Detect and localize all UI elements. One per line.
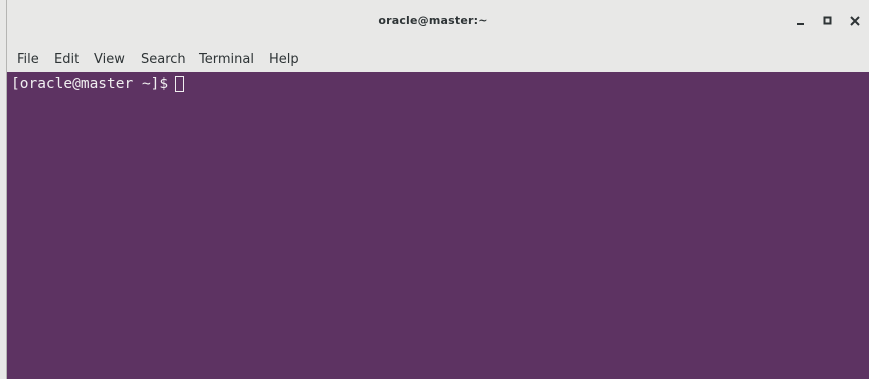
menu-view[interactable]: View xyxy=(94,52,125,67)
shell-prompt: [oracle@master ~]$ xyxy=(11,76,177,92)
menu-file[interactable]: File xyxy=(17,52,39,67)
window-title: oracle@master:~ xyxy=(378,14,488,27)
menu-terminal[interactable]: Terminal xyxy=(199,52,254,67)
terminal-area[interactable]: [oracle@master ~]$ xyxy=(7,72,869,379)
maximize-button[interactable] xyxy=(820,13,836,29)
maximize-icon xyxy=(823,16,832,25)
menu-bar: File Edit View Search Terminal Help xyxy=(7,48,869,71)
close-icon xyxy=(850,16,860,26)
minimize-button[interactable] xyxy=(793,13,809,29)
minimize-icon xyxy=(797,23,804,25)
menu-search[interactable]: Search xyxy=(141,52,186,67)
terminal-window: oracle@master:~ File Edit View Search Te… xyxy=(0,0,869,379)
text-cursor xyxy=(175,76,184,92)
close-button[interactable] xyxy=(847,13,863,29)
menu-help[interactable]: Help xyxy=(269,52,299,67)
menu-edit[interactable]: Edit xyxy=(54,52,79,67)
title-bar[interactable]: oracle@master:~ xyxy=(7,0,869,48)
